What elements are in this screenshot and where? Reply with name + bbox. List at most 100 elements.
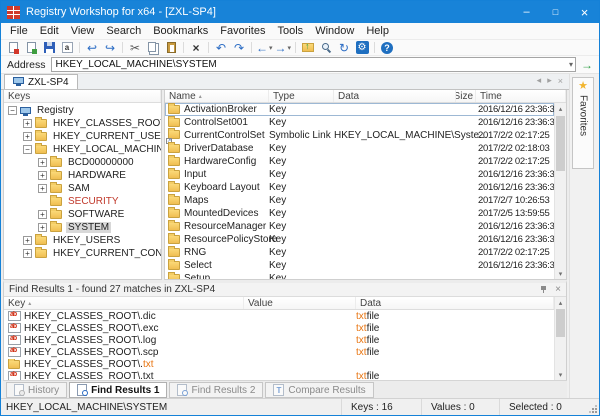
scroll-thumb[interactable] <box>556 116 565 171</box>
menu-edit[interactable]: Edit <box>34 24 65 38</box>
tree-item-hkey-local-machine[interactable]: −HKEY_LOCAL_MACHINE <box>4 143 161 156</box>
expand-icon[interactable]: + <box>38 171 47 180</box>
expand-icon[interactable]: + <box>23 236 32 245</box>
help-icon[interactable]: ? <box>379 41 395 55</box>
tree-item-hkey-classes-root[interactable]: +HKEY_CLASSES_ROOT <box>4 117 161 130</box>
forward-icon[interactable]: →▾ <box>275 41 292 55</box>
table-row[interactable]: DriverDatabaseKey2017/2/2 02:18:03 <box>165 142 554 155</box>
menu-tools[interactable]: Tools <box>272 24 310 38</box>
dropdown-caret-icon[interactable]: ▾ <box>288 44 292 52</box>
column-size[interactable]: Size <box>456 90 476 102</box>
table-row[interactable]: InputKey2016/12/16 23:36:35 <box>165 168 554 181</box>
menu-bookmarks[interactable]: Bookmarks <box>147 24 214 38</box>
expand-icon[interactable]: + <box>23 119 32 128</box>
save-icon[interactable] <box>41 41 57 55</box>
tree-item-hkey-users[interactable]: +HKEY_USERS <box>4 234 161 247</box>
collapse-icon[interactable]: − <box>23 145 32 154</box>
menu-window[interactable]: Window <box>309 24 360 38</box>
import-icon[interactable]: ↩ <box>84 41 100 55</box>
modify-value-icon[interactable] <box>23 41 39 55</box>
menu-file[interactable]: File <box>4 24 34 38</box>
find-result-row[interactable]: HKEY_CLASSES_ROOT\.logtxtfile <box>4 334 554 346</box>
undo-icon[interactable]: ↶ <box>213 41 229 55</box>
scroll-up-icon[interactable]: ▴ <box>555 103 566 114</box>
address-go-button[interactable]: → <box>579 58 595 72</box>
table-row[interactable]: ResourceManagerKey2016/12/16 23:36:35 <box>165 220 554 233</box>
menu-favorites[interactable]: Favorites <box>214 24 271 38</box>
up-one-level-icon[interactable] <box>300 41 316 55</box>
column-name[interactable]: Name▴ <box>165 90 269 102</box>
tree-header-label[interactable]: Keys <box>4 90 161 102</box>
scroll-down-icon[interactable]: ▾ <box>555 369 566 380</box>
connection-tab[interactable]: ZXL-SP4 <box>4 74 78 89</box>
find-close-icon[interactable]: × <box>555 285 561 295</box>
scroll-down-icon[interactable]: ▾ <box>555 268 566 279</box>
tab-find-results-1[interactable]: Find Results 1 <box>69 382 167 398</box>
tab-history[interactable]: History <box>6 382 67 398</box>
minimize-button[interactable]: – <box>512 1 541 23</box>
refresh-icon[interactable]: ↻ <box>336 41 352 55</box>
collapse-icon[interactable]: − <box>8 106 17 115</box>
paste-icon[interactable] <box>163 41 179 55</box>
new-key-icon[interactable] <box>5 41 21 55</box>
tree-item-hardware[interactable]: +HARDWARE <box>4 169 161 182</box>
expand-icon[interactable]: + <box>23 132 32 141</box>
find-column-key[interactable]: Key▴ <box>4 297 244 309</box>
resize-grip[interactable] <box>587 399 599 415</box>
tab-compare-results[interactable]: TCompare Results <box>265 382 373 398</box>
find-result-row[interactable]: HKEY_CLASSES_ROOT\.scptxtfile <box>4 346 554 358</box>
copy-icon[interactable] <box>145 41 161 55</box>
tree-item-system[interactable]: +SYSTEM <box>4 221 161 234</box>
table-row[interactable]: SetupKey <box>165 272 554 279</box>
find-column-value[interactable]: Value <box>244 297 356 309</box>
tree-item-registry[interactable]: −Registry <box>4 104 161 117</box>
table-row[interactable]: Keyboard LayoutKey2016/12/16 23:36:35 <box>165 181 554 194</box>
rename-icon[interactable]: a <box>59 41 75 55</box>
expand-icon[interactable]: + <box>38 184 47 193</box>
maximize-button[interactable]: □ <box>541 1 570 23</box>
dropdown-caret-icon[interactable]: ▾ <box>269 44 273 52</box>
tab-find-results-2[interactable]: Find Results 2 <box>169 382 263 398</box>
table-row[interactable]: RNGKey2017/2/2 02:17:25 <box>165 246 554 259</box>
find-result-row[interactable]: HKEY_CLASSES_ROOT\.dictxtfile <box>4 310 554 322</box>
table-row[interactable]: ActivationBrokerKey2016/12/16 23:36:34 <box>165 103 554 116</box>
find-result-row[interactable]: HKEY_CLASSES_ROOT\.exctxtfile <box>4 322 554 334</box>
search-icon[interactable] <box>318 41 334 55</box>
delete-icon[interactable]: × <box>188 41 204 55</box>
table-row[interactable]: HardwareConfigKey2017/2/2 02:17:25 <box>165 155 554 168</box>
favorites-tab[interactable]: ★ Favorites <box>572 77 594 169</box>
find-scrollbar[interactable]: ▴ ▾ <box>554 297 566 380</box>
redo-icon[interactable]: ↷ <box>231 41 247 55</box>
tree-item-security[interactable]: SECURITY <box>4 195 161 208</box>
back-icon[interactable]: ←▾ <box>256 41 273 55</box>
settings-icon[interactable]: ⚙ <box>354 41 370 55</box>
table-row[interactable]: ↗CurrentControlSetSymbolic LinkHKEY_LOCA… <box>165 129 554 142</box>
find-result-row[interactable]: HKEY_CLASSES_ROOT\.txt <box>4 358 554 370</box>
expand-icon[interactable]: + <box>38 223 47 232</box>
table-row[interactable]: SelectKey2016/12/16 23:36:35 <box>165 259 554 272</box>
tree-item-software[interactable]: +SOFTWARE <box>4 208 161 221</box>
tab-next-icon[interactable]: ▸ <box>547 75 552 86</box>
address-input[interactable] <box>52 58 575 71</box>
find-result-row[interactable]: HKEY_CLASSES_ROOT\.txttxtfile <box>4 370 554 380</box>
tab-close-icon[interactable]: × <box>558 76 563 86</box>
column-data[interactable]: Data <box>334 90 456 102</box>
find-column-data[interactable]: Data <box>356 297 554 309</box>
menu-search[interactable]: Search <box>100 24 147 38</box>
expand-icon[interactable]: + <box>38 210 47 219</box>
scroll-thumb[interactable] <box>556 309 565 337</box>
cut-icon[interactable]: ✂ <box>127 41 143 55</box>
list-scrollbar[interactable]: ▴ ▾ <box>554 103 566 279</box>
column-time[interactable]: Time <box>476 90 566 102</box>
table-row[interactable]: ControlSet001Key2016/12/16 23:36:36 <box>165 116 554 129</box>
tree-item-bcd00000000[interactable]: +BCD00000000 <box>4 156 161 169</box>
expand-icon[interactable]: + <box>23 249 32 258</box>
tree-item-hkey-current-user[interactable]: +HKEY_CURRENT_USER <box>4 130 161 143</box>
table-row[interactable]: MapsKey2017/2/7 10:26:53 <box>165 194 554 207</box>
tree-item-hkey-current-config[interactable]: +HKEY_CURRENT_CONFIG <box>4 247 161 260</box>
tab-prev-icon[interactable]: ◂ <box>537 75 542 86</box>
pin-icon[interactable] <box>540 285 548 294</box>
address-dropdown-icon[interactable]: ▾ <box>569 60 573 69</box>
tree-item-sam[interactable]: +SAM <box>4 182 161 195</box>
column-type[interactable]: Type <box>269 90 334 102</box>
